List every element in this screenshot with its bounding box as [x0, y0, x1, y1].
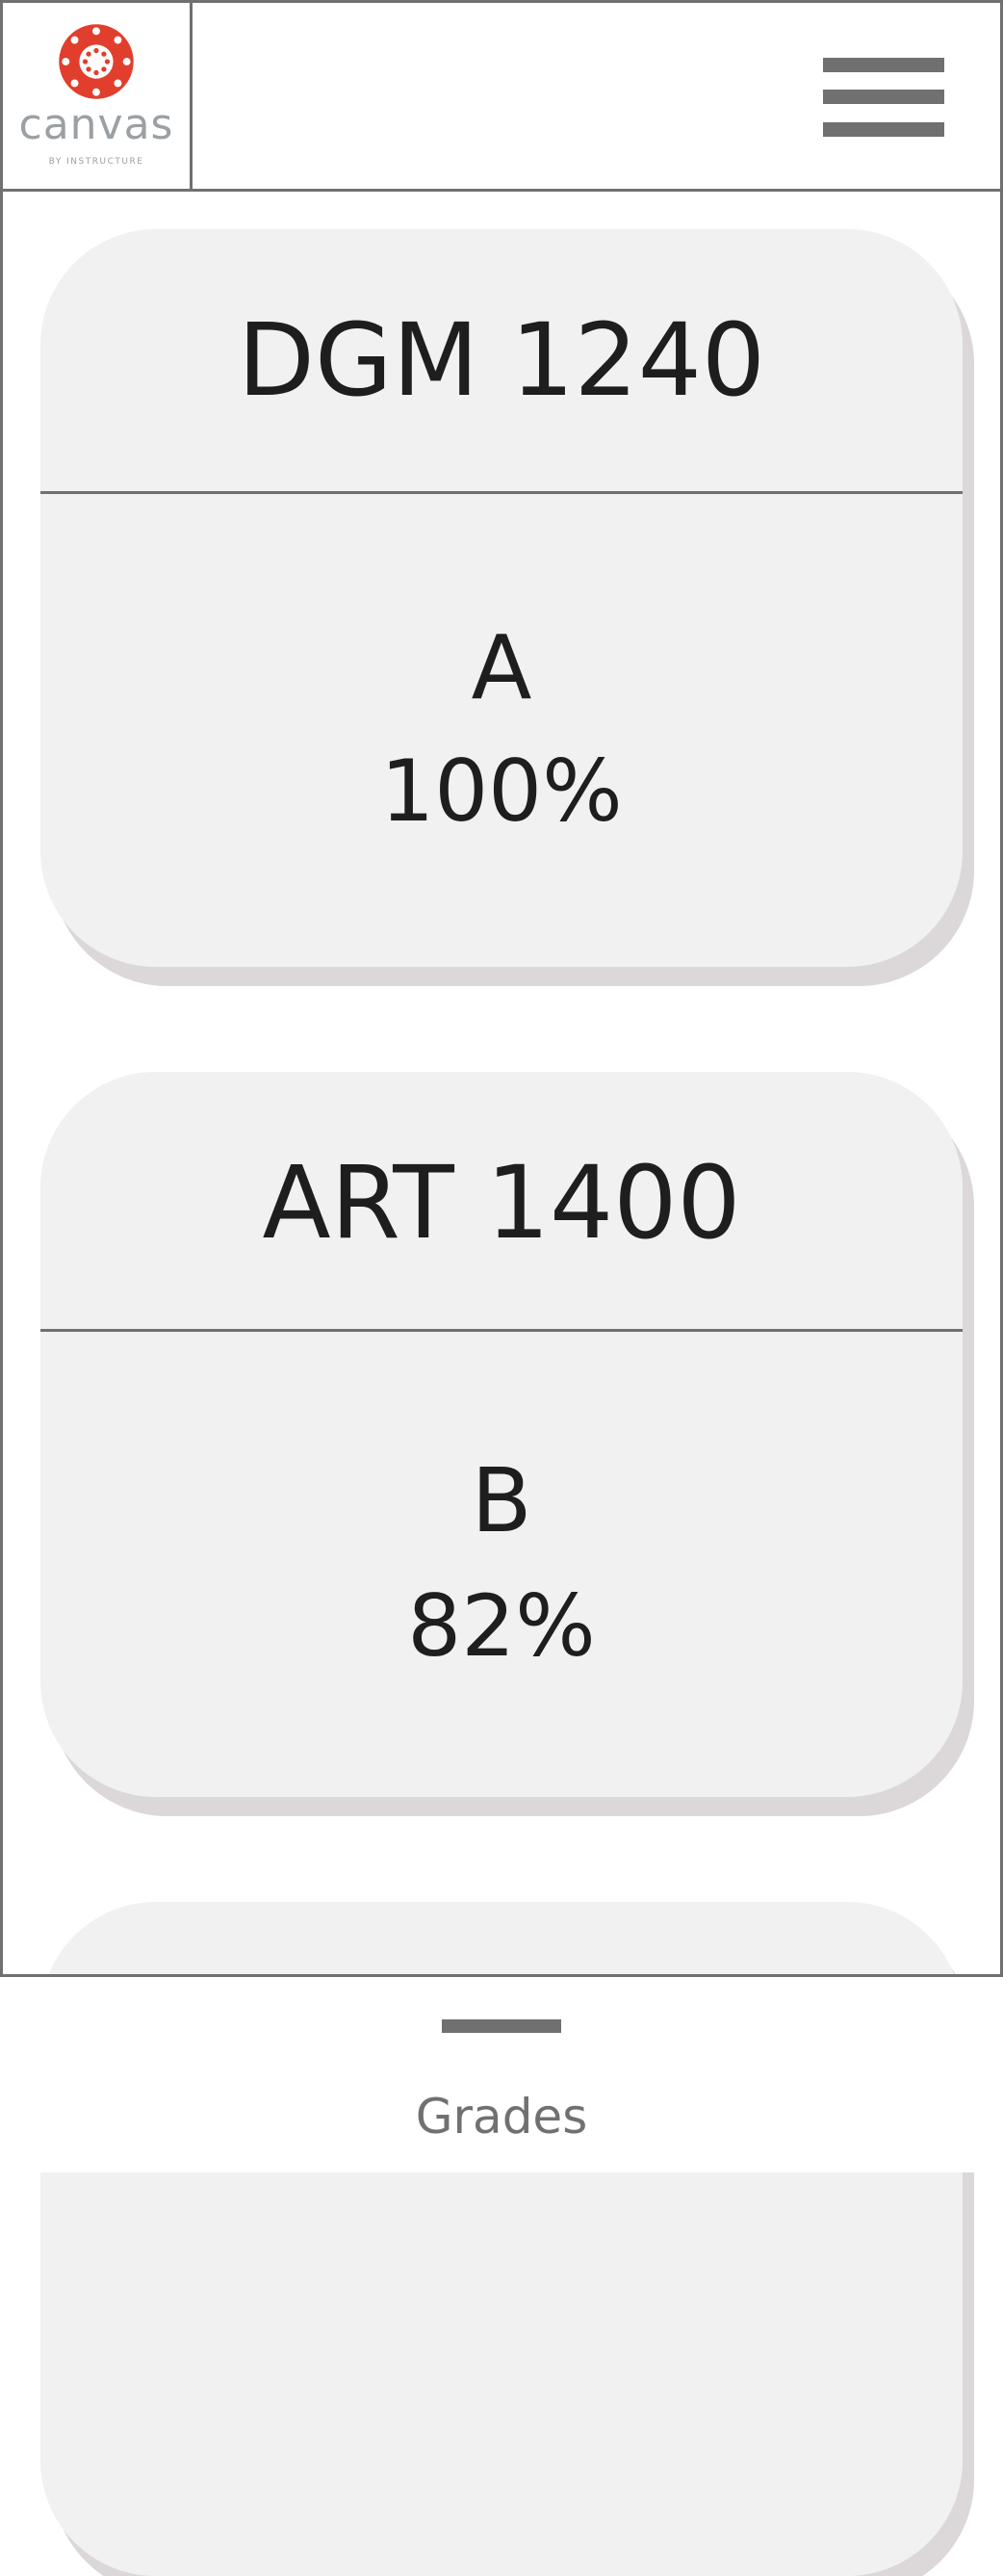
- canvas-logo-icon: [59, 24, 134, 99]
- tab-grades-label: Grades: [415, 2089, 588, 2145]
- bottom-nav: Grades: [0, 1974, 1003, 2173]
- top-header: canvas BY INSTRUCTURE: [0, 0, 1003, 192]
- menu-bar-bottom: [823, 122, 944, 137]
- letter-grade: B: [471, 1449, 532, 1552]
- card-divider: [40, 491, 963, 494]
- active-tab-indicator: [442, 2019, 561, 2033]
- course-code: DGM 1240: [237, 301, 766, 419]
- menu-bar-middle: [823, 90, 944, 104]
- canvas-wordmark: canvas: [18, 100, 174, 149]
- letter-grade: A: [471, 616, 532, 719]
- course-card-dgm-1240[interactable]: DGM 1240 A 100%: [40, 229, 963, 967]
- course-code: ART 1400: [262, 1144, 741, 1262]
- course-card-art-1400[interactable]: ART 1400 B 82%: [40, 1072, 963, 1797]
- hamburger-menu-icon[interactable]: [823, 58, 944, 137]
- canvas-tagline: BY INSTRUCTURE: [48, 157, 144, 167]
- canvas-logo[interactable]: canvas BY INSTRUCTURE: [0, 0, 193, 192]
- grade-percent: 100%: [380, 742, 623, 841]
- grade-percent: 82%: [407, 1576, 596, 1676]
- menu-bar-top: [823, 58, 944, 72]
- tab-grades[interactable]: Grades: [357, 1996, 646, 2160]
- card-divider: [40, 1329, 963, 1332]
